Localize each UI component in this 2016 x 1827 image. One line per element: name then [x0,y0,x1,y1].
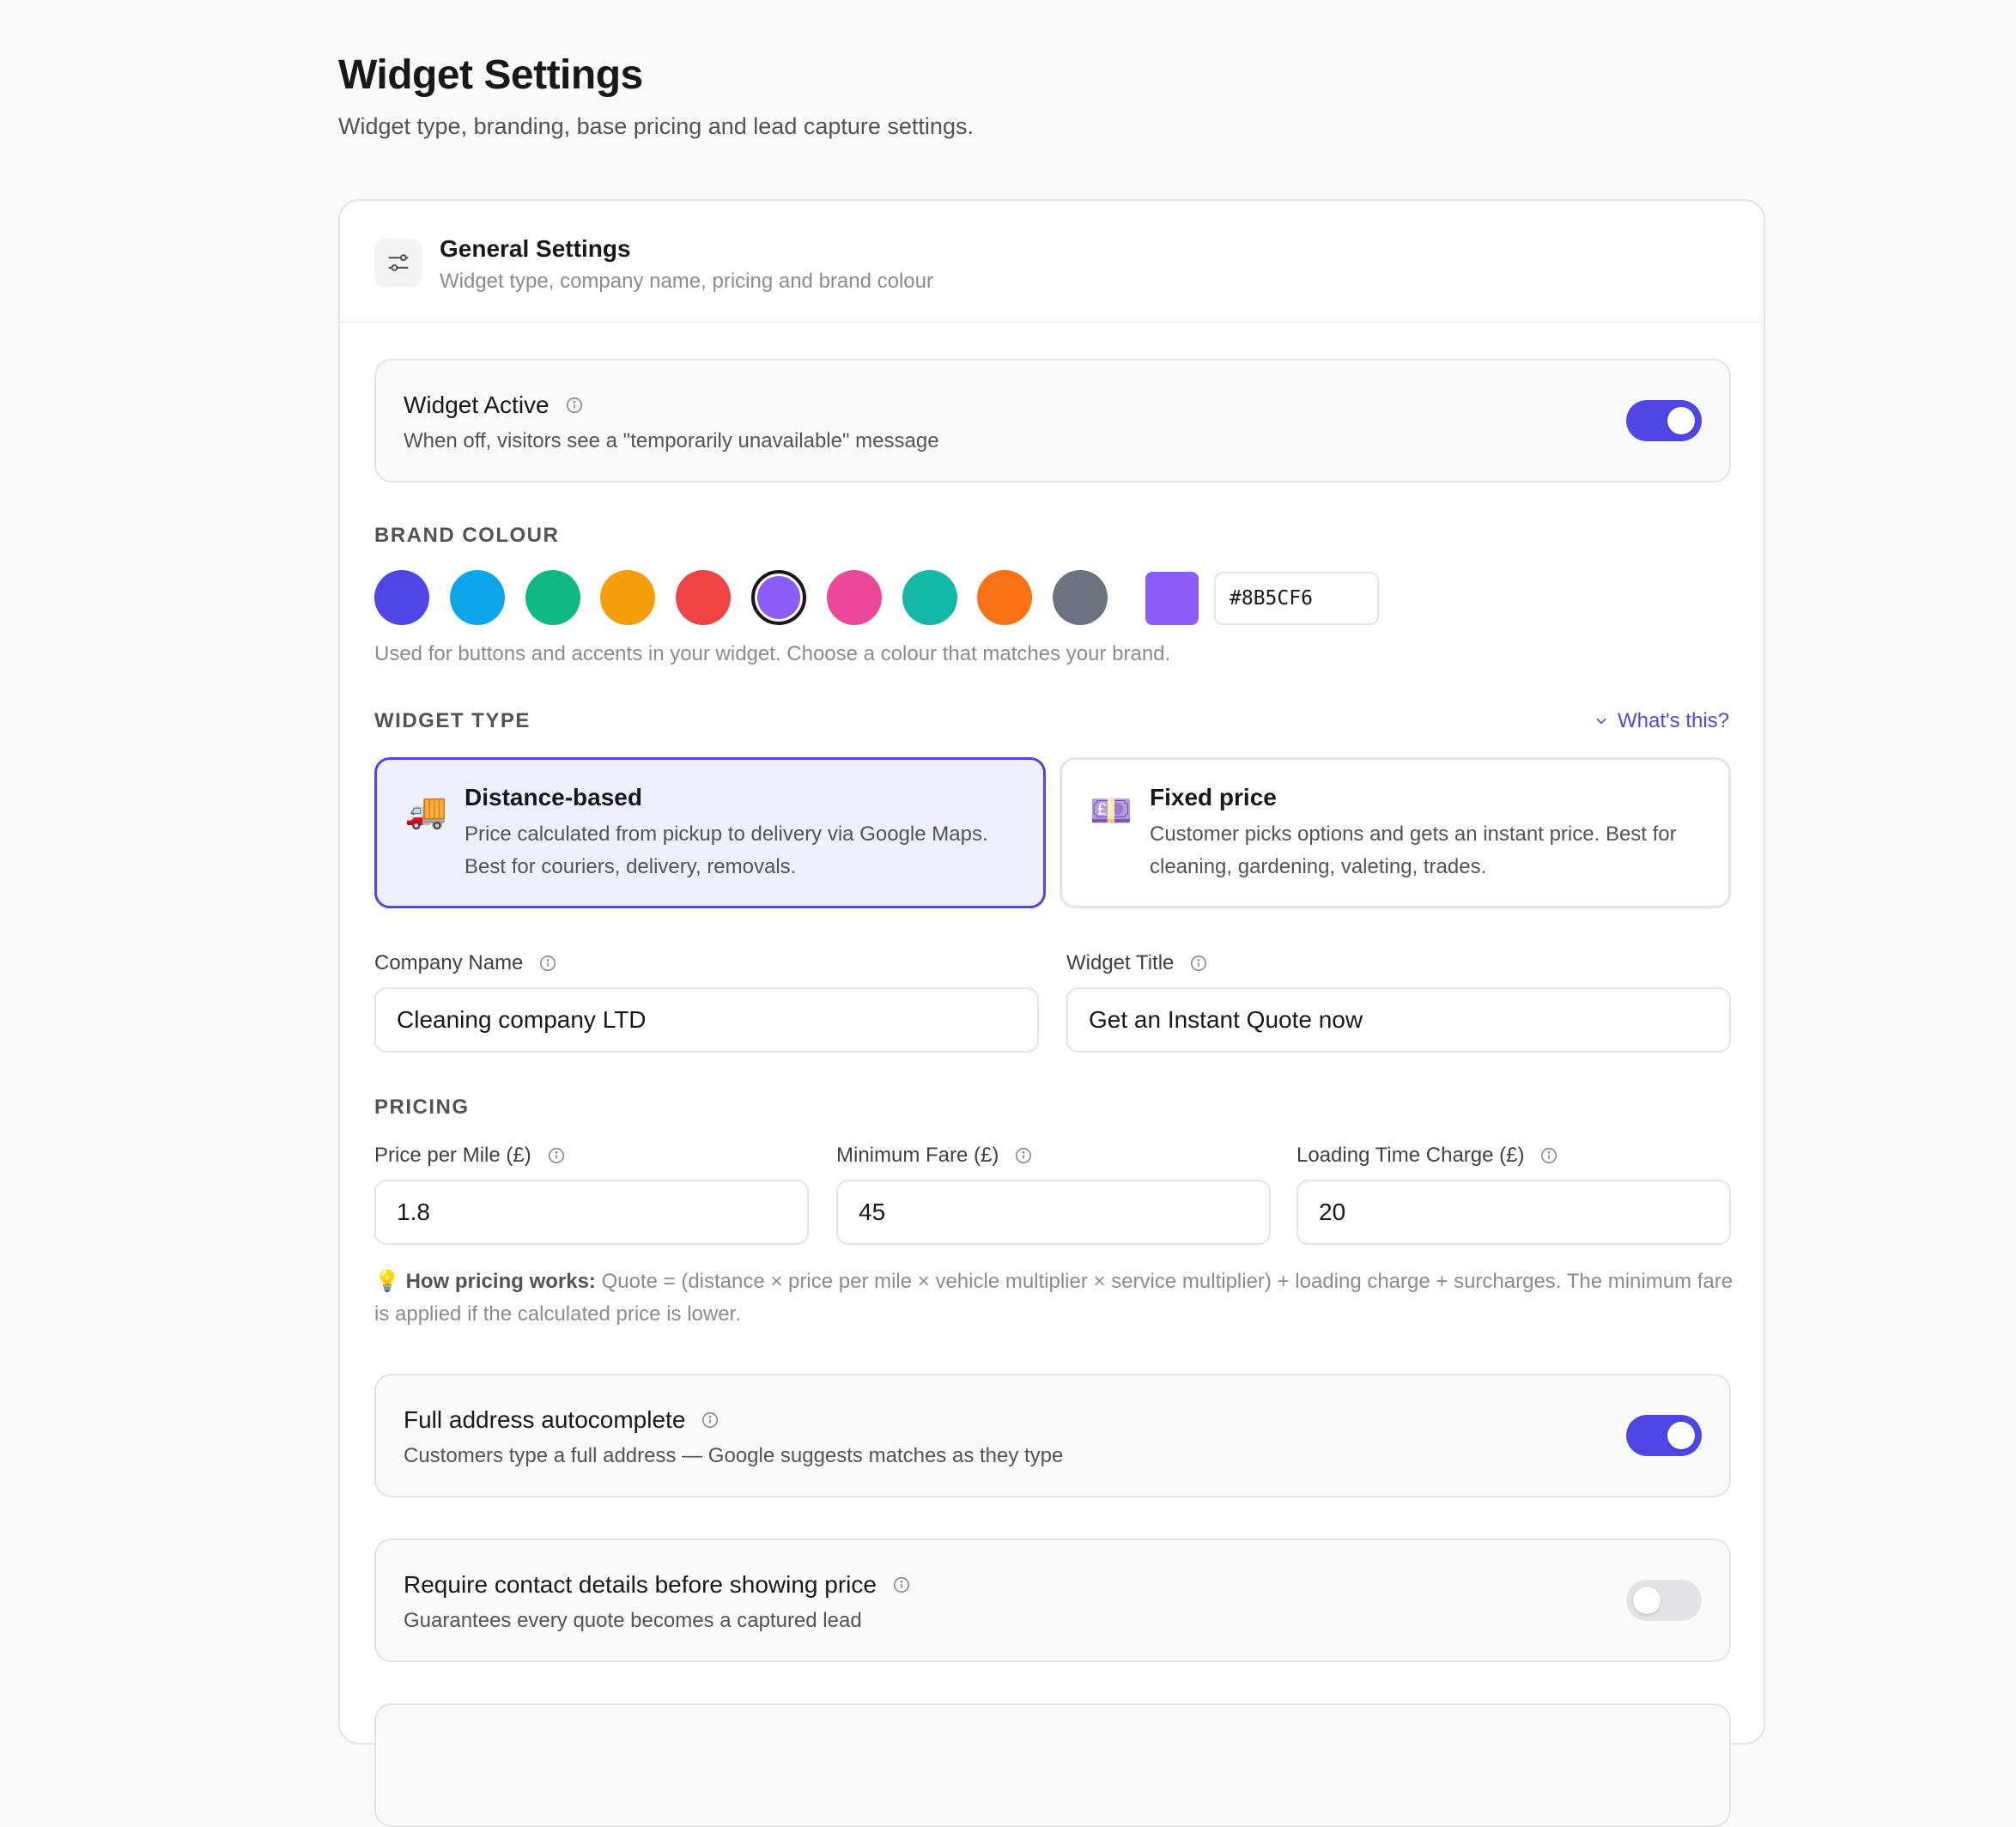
colour-swatch[interactable] [1053,570,1108,625]
info-icon[interactable] [1014,1146,1033,1165]
require-contact-description: Guarantees every quote becomes a capture… [404,1609,862,1632]
autocomplete-description: Customers type a full address — Google s… [404,1444,1064,1467]
whats-this-label: What's this? [1618,709,1729,732]
card-title: General Settings [440,235,631,262]
loading-charge-input[interactable]: 20 [1296,1180,1731,1245]
general-settings-card: General Settings Widget type, company na… [338,199,1765,1827]
info-icon[interactable] [892,1575,911,1594]
loading-charge-label: Loading Time Charge (£) [1296,1144,1558,1168]
pricing-note-heading: How pricing works: [405,1270,596,1293]
brand-colour-label: BRAND COLOUR [374,524,560,547]
autocomplete-row: Full address autocomplete Customers type… [374,1374,1731,1497]
banknote-icon: 💷 [1090,792,1132,830]
info-icon[interactable] [538,954,557,973]
info-icon[interactable] [565,396,584,415]
type-description: Price calculated from pickup to delivery… [465,822,988,878]
type-title: Distance-based [465,784,642,810]
autocomplete-toggle[interactable] [1626,1415,1702,1456]
widget-type-label: WIDGET TYPE [374,709,531,732]
colour-preview[interactable] [1145,572,1199,625]
colour-swatch[interactable] [826,570,882,625]
type-title: Fixed price [1150,784,1277,810]
hex-colour-input[interactable]: #8B5CF6 [1214,572,1379,625]
page-title: Widget Settings [338,52,643,98]
colour-swatch[interactable] [525,570,580,625]
colour-swatch[interactable] [751,570,806,625]
sliders-icon [374,239,422,287]
colour-swatch[interactable] [902,570,957,625]
widget-title-input[interactable]: Get an Instant Quote now [1066,987,1731,1053]
minimum-fare-label: Minimum Fare (£) [836,1144,1033,1168]
lightbulb-icon: 💡 [374,1270,400,1293]
colour-swatch[interactable] [676,570,732,625]
colour-swatch[interactable] [374,570,429,625]
info-icon[interactable] [701,1411,720,1429]
widget-active-row: Widget Active When off, visitors see a "… [374,359,1731,483]
whats-this-link[interactable]: What's this? [1594,709,1729,733]
widget-type-fixed-price[interactable]: 💷 Fixed price Customer picks options and… [1060,757,1731,908]
widget-title-label: Widget Title [1066,951,1208,975]
info-icon[interactable] [1539,1146,1558,1165]
card-header: General Settings Widget type, company na… [340,201,1764,323]
require-contact-row: Require contact details before showing p… [374,1539,1731,1662]
page-subtitle: Widget type, branding, base pricing and … [338,113,974,139]
type-description: Customer picks options and gets an insta… [1150,822,1677,878]
pricing-label: PRICING [374,1096,470,1119]
require-contact-title: Require contact details before showing p… [404,1571,877,1598]
colour-swatch[interactable] [977,570,1033,625]
colour-swatch[interactable] [600,570,656,625]
info-icon[interactable] [1189,954,1208,973]
truck-icon: 🚚 [404,792,447,830]
minimum-fare-input[interactable]: 45 [836,1180,1271,1245]
card-subtitle: Widget type, company name, pricing and b… [440,270,933,293]
widget-active-toggle[interactable] [1626,400,1702,441]
price-per-mile-label: Price per Mile (£) [374,1144,566,1168]
widget-type-distance-based[interactable]: 🚚 Distance-based Price calculated from p… [374,757,1046,908]
brand-colour-help: Used for buttons and accents in your wid… [374,642,1171,665]
widget-active-description: When off, visitors see a "temporarily un… [404,429,939,452]
info-icon[interactable] [547,1146,566,1165]
price-per-mile-input[interactable]: 1.8 [374,1180,809,1245]
company-name-input[interactable]: Cleaning company LTD [374,987,1039,1053]
pricing-note: 💡 How pricing works: Quote = (distance ×… [374,1266,1740,1331]
autocomplete-title: Full address autocomplete [404,1406,686,1433]
chevron-down-icon [1596,718,1606,725]
widget-active-title: Widget Active [404,392,550,418]
company-name-label: Company Name [374,951,557,975]
colour-swatch[interactable] [449,570,505,625]
require-contact-toggle[interactable] [1626,1580,1702,1621]
